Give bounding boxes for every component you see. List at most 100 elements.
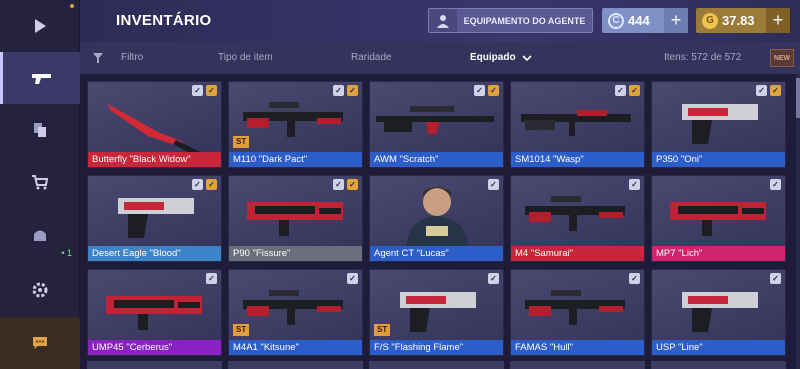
gear-icon (32, 282, 48, 298)
gold-amount: 37.83 (722, 13, 755, 28)
equipped-check-icon: ✓ (333, 179, 344, 190)
equipped-check-icon: ✓ (192, 179, 203, 190)
card-name: Butterfly "Black Widow" (88, 152, 221, 167)
add-silver-button[interactable]: + (664, 8, 688, 33)
equipped-ct-check-icon: ✓ (206, 85, 217, 96)
chevron-down-icon (522, 55, 532, 61)
equipped-ct-check-icon: ✓ (347, 85, 358, 96)
equipped-check-icon: ✓ (629, 273, 640, 284)
pistol-icon (682, 292, 758, 332)
agent-icon (429, 9, 457, 32)
rarity-dropdown[interactable]: Raridade (351, 52, 392, 63)
new-badge[interactable]: NEW (770, 49, 794, 67)
inventory-card[interactable]: ✓ ✓ SM1014 "Wasp" (510, 81, 645, 168)
play-icon (35, 19, 46, 33)
inventory-card[interactable]: ✓ M4 "Samurai" (510, 175, 645, 262)
items-count: Itens: 572 de 572 (664, 52, 742, 63)
agent-equipment-button[interactable]: EQUIPAMENTO DO AGENTE (428, 8, 593, 33)
header: INVENTÁRIO EQUIPAMENTO DO AGENTE C 444 +… (80, 0, 800, 42)
agent-icon (406, 187, 468, 248)
inventory-card-partial[interactable] (510, 361, 645, 369)
cases-icon (34, 123, 46, 137)
item-type-dropdown[interactable]: Tipo de item (218, 52, 273, 63)
inventory-card[interactable]: ✓ MP7 "Lich" (651, 175, 786, 262)
inventory-card[interactable]: ✓ FAMAS "Hull" (510, 269, 645, 356)
card-name: P90 "Fissure" (229, 246, 362, 261)
inventory-card-partial[interactable] (651, 361, 786, 369)
equipped-check-icon: ✓ (488, 273, 499, 284)
rifle-icon (525, 196, 625, 231)
gold-coin-icon: G (702, 12, 718, 29)
equipped-check-icon: ✓ (488, 179, 499, 190)
equipped-check-icon: ✓ (756, 85, 767, 96)
add-gold-button[interactable]: + (766, 8, 790, 33)
card-name: FAMAS "Hull" (511, 340, 644, 355)
inventory-card[interactable]: ✓ ✓ AWM "Scratch" (369, 81, 504, 168)
card-name: USP "Line" (652, 340, 785, 355)
equipped-ct-check-icon: ✓ (770, 85, 781, 96)
card-name: MP7 "Lich" (652, 246, 785, 261)
card-name: M4A1 "Kitsune" (229, 340, 362, 355)
silver-amount: 444 (628, 13, 650, 28)
chat-icon (33, 337, 47, 349)
stattrack-badge: ST (233, 324, 250, 336)
inventory-card[interactable]: ✓ USP "Line" (651, 269, 786, 356)
rifle-icon (525, 290, 625, 325)
silver-coin-icon: C (608, 12, 624, 29)
card-name: M110 "Dark Pact" (229, 152, 362, 167)
card-name: SM1014 "Wasp" (511, 152, 644, 167)
inventory-card-partial[interactable] (369, 361, 504, 369)
card-name: F/S "Flashing Flame" (370, 340, 503, 355)
inventory-card-partial[interactable] (87, 361, 222, 369)
gold-currency: G 37.83 + (696, 8, 790, 33)
filter-button[interactable]: Filtro (121, 52, 143, 63)
cart-icon (32, 175, 49, 190)
play-button[interactable] (0, 0, 80, 52)
equipped-check-icon: ✓ (192, 85, 203, 96)
inventory-card[interactable]: ✓ Agent CT "Lucas" (369, 175, 504, 262)
card-name: Desert Eagle "Blood" (88, 246, 221, 261)
equipped-ct-check-icon: ✓ (347, 179, 358, 190)
sidebar-item-clan[interactable]: • 1 (0, 210, 80, 262)
stattrack-badge: ST (233, 136, 250, 148)
stattrack-badge: ST (374, 324, 391, 336)
settings-button[interactable] (0, 264, 80, 316)
inventory-card[interactable]: ✓ ✓ P90 "Fissure" (228, 175, 363, 262)
equipped-check-icon: ✓ (333, 85, 344, 96)
filter-icon[interactable] (92, 52, 104, 64)
page-title: INVENTÁRIO (116, 12, 212, 29)
inventory-card[interactable]: ✓ ✓ ST M110 "Dark Pact" (228, 81, 363, 168)
sidebar-item-market[interactable] (0, 156, 80, 208)
scrollbar[interactable] (796, 74, 800, 369)
inventory-card[interactable]: ✓ ✓ Butterfly "Black Widow" (87, 81, 222, 168)
inventory-card[interactable]: ✓ ✓ P350 "Oni" (651, 81, 786, 168)
equipped-check-icon: ✓ (629, 179, 640, 190)
equipped-check-icon: ✓ (770, 179, 781, 190)
equipped-dropdown[interactable]: Equipado (470, 52, 516, 63)
equipped-ct-check-icon: ✓ (629, 85, 640, 96)
smg-icon (670, 202, 766, 236)
inventory-card[interactable]: ✓ UMP45 "Cerberus" (87, 269, 222, 356)
card-name: Agent CT "Lucas" (370, 246, 503, 261)
inventory-card[interactable]: ✓ ST M4A1 "Kitsune" (228, 269, 363, 356)
filter-bar: Filtro Tipo de item Raridade Equipado It… (80, 42, 800, 74)
inventory-card-partial[interactable] (228, 361, 363, 369)
agent-equipment-label: EQUIPAMENTO DO AGENTE (463, 15, 586, 26)
chat-button[interactable] (0, 317, 80, 369)
sidebar-item-inventory[interactable] (0, 52, 80, 104)
clan-badge: • 1 (61, 248, 72, 258)
equipped-check-icon: ✓ (347, 273, 358, 284)
equipped-ct-check-icon: ✓ (488, 85, 499, 96)
inventory-card[interactable]: ✓ ST F/S "Flashing Flame" (369, 269, 504, 356)
card-name: AWM "Scratch" (370, 152, 503, 167)
gun-icon (31, 74, 51, 84)
card-name: M4 "Samurai" (511, 246, 644, 261)
inventory-card[interactable]: ✓ ✓ Desert Eagle "Blood" (87, 175, 222, 262)
silver-currency: C 444 + (602, 8, 688, 33)
card-name: UMP45 "Cerberus" (88, 340, 221, 355)
sidebar-item-cases[interactable] (0, 104, 80, 156)
sidebar: • 1 (0, 0, 80, 369)
scrollbar-thumb[interactable] (796, 78, 800, 118)
card-name: P350 "Oni" (652, 152, 785, 167)
equipped-check-icon: ✓ (615, 85, 626, 96)
